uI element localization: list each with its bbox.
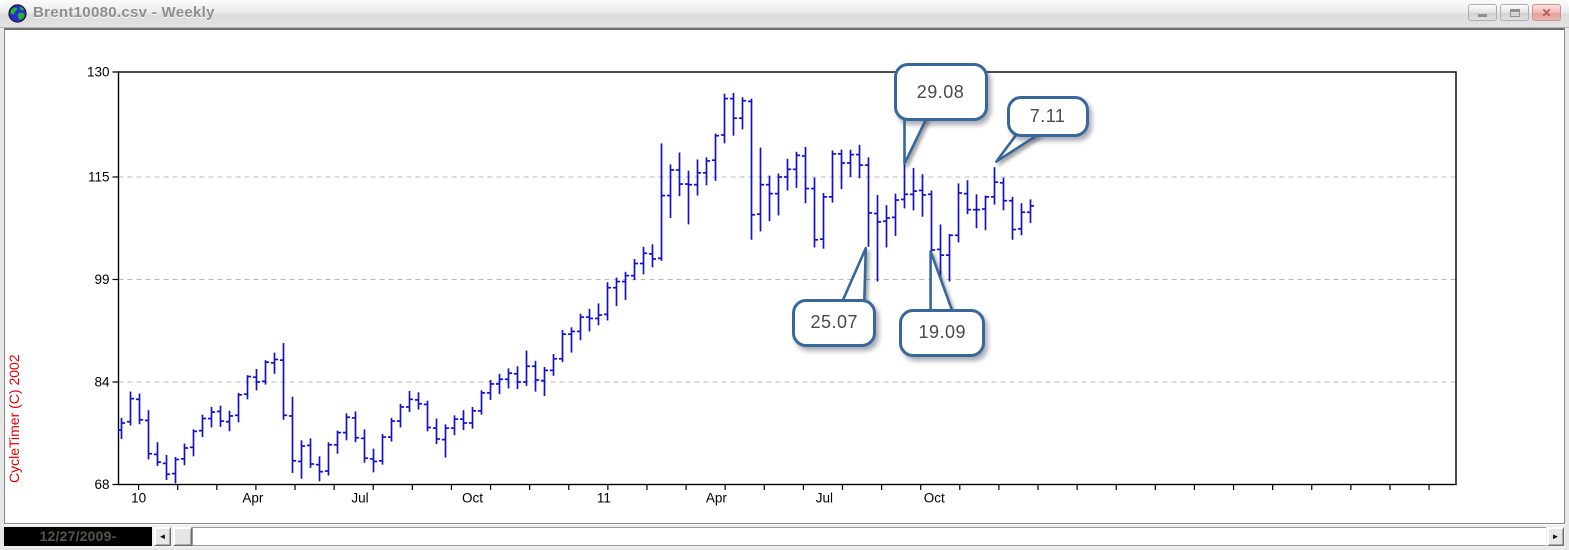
minimize-button[interactable] xyxy=(1468,4,1497,21)
close-button[interactable]: ✕ xyxy=(1532,4,1561,21)
scroll-left-button[interactable]: ◄ xyxy=(154,527,171,546)
callout-29.08[interactable]: 29.08 xyxy=(894,63,988,121)
date-range-display: 12/27/2009-12/04/2011 xyxy=(4,527,152,546)
callout-19.09[interactable]: 19.09 xyxy=(899,309,985,357)
callout-7.11[interactable]: 7.11 xyxy=(1007,96,1089,137)
maximize-icon xyxy=(1510,9,1520,17)
scroll-right-button[interactable]: ► xyxy=(1547,527,1564,546)
window-title: Brent10080.csv - Weekly xyxy=(33,4,215,21)
chart-plot-area[interactable] xyxy=(118,72,1456,485)
titlebar[interactable]: Brent10080.csv - Weekly ✕ xyxy=(0,0,1569,28)
minimize-icon xyxy=(1478,14,1487,17)
copyright-label: CycleTimer (C) 2002 xyxy=(6,331,22,483)
scrollbar-track[interactable] xyxy=(192,527,1546,546)
left-arrow-icon: ◄ xyxy=(159,532,167,541)
right-arrow-icon: ► xyxy=(1552,532,1560,541)
scrollbar-thumb[interactable] xyxy=(173,527,192,546)
statusbar: 12/27/2009-12/04/2011 ◄ ► xyxy=(4,523,1565,548)
globe-icon xyxy=(8,4,27,23)
close-icon: ✕ xyxy=(1541,7,1551,19)
app-window: Brent10080.csv - Weekly ✕ CycleTimer (C)… xyxy=(0,0,1569,550)
callout-25.07[interactable]: 25.07 xyxy=(792,299,876,347)
maximize-button[interactable] xyxy=(1500,4,1529,21)
